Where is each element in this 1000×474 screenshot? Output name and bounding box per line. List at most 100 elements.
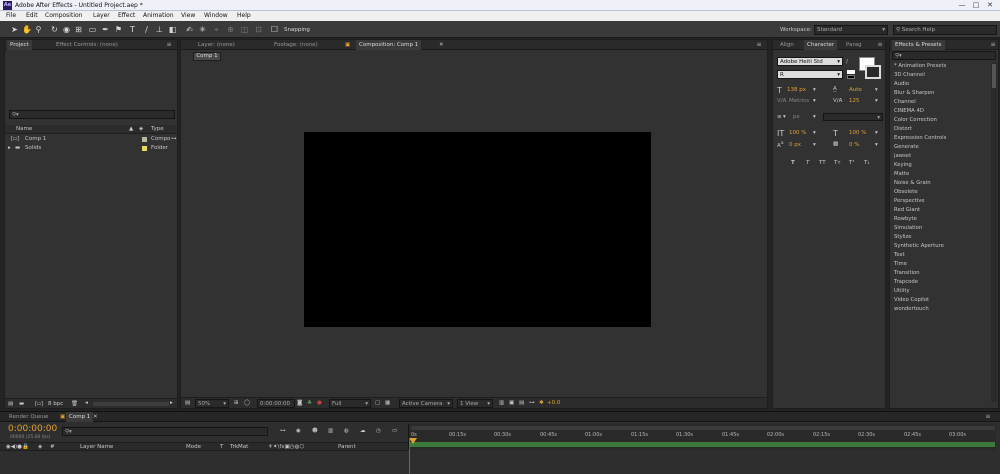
effects-category[interactable]: wondertouch: [894, 306, 929, 312]
always-preview-icon[interactable]: ▤: [185, 400, 190, 406]
comp-breadcrumb-chip[interactable]: Comp 1: [193, 52, 221, 61]
roto-brush-tool-icon[interactable]: ✍: [185, 25, 194, 34]
timeline-icon[interactable]: ▤: [519, 400, 524, 406]
transparency-grid-icon[interactable]: ▦: [385, 400, 390, 406]
bpc-label[interactable]: 8 bpc: [48, 401, 63, 407]
effects-category[interactable]: Simulation: [894, 225, 922, 231]
tab-footage[interactable]: Footage: (none): [271, 40, 321, 50]
flowchart-icon[interactable]: ⊶: [171, 136, 177, 142]
minimize-button[interactable]: —: [955, 0, 969, 10]
hide-shy-layers-icon[interactable]: ☻: [312, 428, 318, 434]
rectangle-tool-icon[interactable]: ▭: [88, 25, 97, 34]
horizontal-scale-value[interactable]: 100 %: [849, 130, 866, 136]
search-help-input[interactable]: ⚲ Search Help: [893, 25, 997, 35]
zoom-tool-icon[interactable]: ⚲: [34, 25, 43, 34]
horizontal-scrollbar[interactable]: [93, 402, 169, 406]
scroll-left-icon[interactable]: ◂: [85, 400, 88, 406]
effects-category[interactable]: Perspective: [894, 198, 925, 204]
col-trkmat[interactable]: TrkMat: [230, 444, 248, 450]
chevron-down-icon[interactable]: ▾: [875, 142, 878, 148]
type-tool-icon[interactable]: T: [128, 25, 137, 34]
menu-help[interactable]: Help: [237, 12, 251, 19]
project-search-input[interactable]: ⚲▾: [9, 110, 175, 119]
resolution-select[interactable]: Full ▾: [329, 399, 371, 408]
stroke-style-select[interactable]: ▾: [823, 113, 883, 121]
tab-layer[interactable]: Layer: (none): [195, 40, 238, 50]
effects-category[interactable]: Rowbyte: [894, 216, 917, 222]
effects-category[interactable]: Color Correction: [894, 117, 937, 123]
show-snapshot-icon[interactable]: ♣: [307, 400, 312, 406]
effects-category[interactable]: Distort: [894, 126, 912, 132]
faux-bold-button[interactable]: T: [791, 160, 795, 166]
chevron-down-icon[interactable]: ▾: [813, 98, 816, 104]
timeline-search-input[interactable]: ⚲▾: [62, 427, 268, 436]
menu-composition[interactable]: Composition: [45, 12, 82, 19]
font-family-select[interactable]: Adobe Heiti Std ▾: [777, 57, 843, 66]
superscript-button[interactable]: T¹: [849, 160, 855, 166]
all-caps-button[interactable]: TT: [819, 160, 826, 166]
fast-previews-icon[interactable]: ▣: [509, 400, 514, 406]
tsume-value[interactable]: 0 %: [849, 142, 859, 148]
tab-align[interactable]: Align: [777, 40, 797, 50]
white-swatch[interactable]: [847, 70, 855, 74]
effects-category[interactable]: Expression Controls: [894, 135, 946, 141]
font-size-value[interactable]: 138 px: [787, 87, 806, 93]
clone-stamp-tool-icon[interactable]: ⊥: [155, 25, 164, 34]
eyedropper-icon[interactable]: ∕: [846, 59, 848, 65]
small-caps-button[interactable]: Tт: [834, 160, 841, 166]
tab-character[interactable]: Character: [804, 40, 838, 50]
work-area-bar[interactable]: [411, 426, 995, 430]
menu-animation[interactable]: Animation: [143, 12, 174, 19]
stroke-width-unit[interactable]: px: [793, 114, 800, 120]
panel-menu-icon[interactable]: ≡: [984, 413, 992, 420]
leading-value[interactable]: Auto: [849, 87, 862, 93]
grid-guide-icon[interactable]: ⊞: [234, 400, 239, 406]
exposure-value[interactable]: +0.0: [547, 400, 560, 406]
local-axis-icon[interactable]: ⊡: [254, 25, 263, 34]
snapshot-icon[interactable]: ◙: [297, 400, 302, 406]
effects-category[interactable]: Noise & Grain: [894, 180, 931, 186]
stroke-color-swatch[interactable]: [865, 65, 881, 79]
chevron-down-icon[interactable]: ▾: [813, 114, 816, 120]
panel-menu-icon[interactable]: ≡: [876, 41, 884, 48]
interpret-footage-icon[interactable]: ▤: [8, 401, 13, 407]
col-t[interactable]: T: [220, 444, 223, 450]
menu-file[interactable]: File: [6, 12, 16, 19]
effects-category[interactable]: Text: [894, 252, 905, 258]
menu-layer[interactable]: Layer: [93, 12, 110, 19]
chevron-down-icon[interactable]: ▾: [875, 130, 878, 136]
effects-category[interactable]: Keying: [894, 162, 912, 168]
region-of-interest-icon[interactable]: ▢: [375, 400, 380, 406]
col-layer-name[interactable]: Layer Name: [80, 444, 113, 450]
new-comp-icon[interactable]: [▫]: [35, 401, 43, 407]
trash-icon[interactable]: 🗑: [71, 401, 78, 407]
panel-menu-icon[interactable]: ≡: [989, 41, 997, 48]
magnification-select[interactable]: 50% ▾: [195, 399, 229, 408]
col-mode[interactable]: Mode: [186, 444, 201, 450]
hand-tool-icon[interactable]: ✋: [22, 25, 32, 34]
effects-category[interactable]: Utility: [894, 288, 910, 294]
tab-render-queue[interactable]: Render Queue: [6, 412, 51, 422]
col-name[interactable]: Name: [16, 126, 32, 132]
project-row-solids[interactable]: ▸ ▬ Solids Folder: [5, 144, 177, 153]
chevron-down-icon[interactable]: ▾: [813, 130, 816, 136]
view-axis-icon[interactable]: ◫: [240, 25, 249, 34]
sort-icon[interactable]: ▲: [129, 126, 133, 132]
camera-tool-icon[interactable]: ◉: [62, 25, 71, 34]
menu-window[interactable]: Window: [204, 12, 228, 19]
menu-effect[interactable]: Effect: [118, 12, 135, 19]
toggle-pixel-aspect-icon[interactable]: ▥: [499, 400, 504, 406]
pan-behind-tool-icon[interactable]: ⊞: [74, 25, 83, 34]
puppet-pin-tool-icon[interactable]: ⚑: [114, 25, 123, 34]
menu-edit[interactable]: Edit: [26, 12, 38, 19]
current-time-indicator[interactable]: [409, 438, 410, 474]
chevron-down-icon[interactable]: ▾: [875, 87, 878, 93]
effects-category[interactable]: Red Giant: [894, 207, 920, 213]
menu-view[interactable]: View: [181, 12, 195, 19]
timeline-work-area-green[interactable]: [409, 442, 995, 447]
tab-comp-timeline[interactable]: Comp 1: [66, 412, 94, 422]
subscript-button[interactable]: T₁: [864, 160, 870, 166]
comp-mini-flowchart-icon[interactable]: ⊶: [280, 428, 286, 434]
effects-category[interactable]: * Animation Presets: [894, 63, 946, 69]
eraser-tool-icon[interactable]: ◧: [168, 25, 177, 34]
